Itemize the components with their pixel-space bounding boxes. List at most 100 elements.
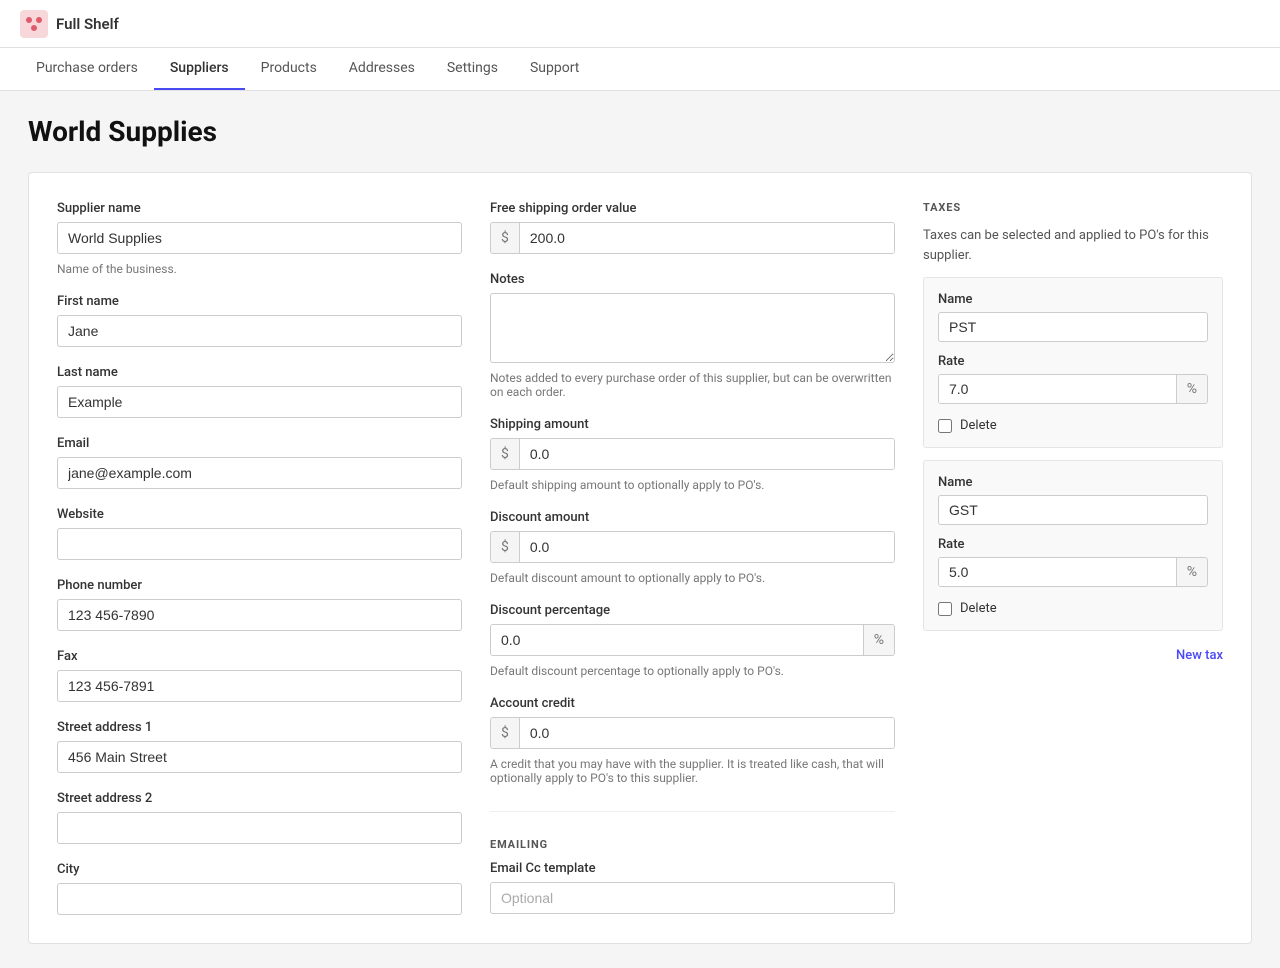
discount-percentage-suffix: % xyxy=(863,625,894,655)
taxes-header: TAXES xyxy=(923,201,1223,214)
gst-rate-label: Rate xyxy=(938,537,1208,552)
pst-rate-suffix: % xyxy=(1176,375,1207,403)
logo: Full Shelf xyxy=(20,10,119,38)
nav-tab-purchase-orders[interactable]: Purchase orders xyxy=(20,48,154,90)
pst-delete-checkbox[interactable] xyxy=(938,419,952,433)
supplier-name-input[interactable] xyxy=(57,222,462,254)
discount-amount-label: Discount amount xyxy=(490,510,895,525)
nav-tab-products[interactable]: Products xyxy=(245,48,333,90)
city-field: City xyxy=(57,862,462,915)
shipping-amount-label: Shipping amount xyxy=(490,417,895,432)
phone-number-field: Phone number xyxy=(57,578,462,631)
taxes-description: Taxes can be selected and applied to PO'… xyxy=(923,226,1223,265)
gst-rate-input-wrap: % xyxy=(938,557,1208,587)
phone-number-input[interactable] xyxy=(57,599,462,631)
notes-label: Notes xyxy=(490,272,895,287)
gst-rate-input[interactable] xyxy=(939,558,1176,586)
nav-tab-addresses[interactable]: Addresses xyxy=(333,48,431,90)
account-credit-input[interactable] xyxy=(520,718,894,748)
supplier-name-field: Supplier name Name of the business. xyxy=(57,201,462,276)
emailing-header: EMAILING xyxy=(490,838,895,851)
first-name-field: First name xyxy=(57,294,462,347)
pst-rate-input[interactable] xyxy=(939,375,1176,403)
pst-name-input[interactable] xyxy=(938,312,1208,342)
shipping-amount-input[interactable] xyxy=(520,439,894,469)
logo-icon xyxy=(20,10,48,38)
gst-name-input[interactable] xyxy=(938,495,1208,525)
free-shipping-label: Free shipping order value xyxy=(490,201,895,216)
tax-card-pst: Name Rate % Delete xyxy=(923,277,1223,448)
discount-amount-hint: Default discount amount to optionally ap… xyxy=(490,571,895,585)
city-label: City xyxy=(57,862,462,877)
account-credit-field: Account credit $ A credit that you may h… xyxy=(490,696,895,785)
street-address-2-input[interactable] xyxy=(57,812,462,844)
taxes-section: TAXES Taxes can be selected and applied … xyxy=(923,201,1223,915)
discount-percentage-hint: Default discount percentage to optionall… xyxy=(490,664,895,678)
account-credit-hint: A credit that you may have with the supp… xyxy=(490,757,895,785)
new-tax-link[interactable]: New tax xyxy=(1176,648,1223,663)
discount-amount-prefix: $ xyxy=(491,532,520,562)
tax-card-gst: Name Rate % Delete xyxy=(923,460,1223,631)
street-address-2-field: Street address 2 xyxy=(57,791,462,844)
shipping-amount-input-wrap: $ xyxy=(490,438,895,470)
first-name-label: First name xyxy=(57,294,462,309)
street-address-1-input[interactable] xyxy=(57,741,462,773)
free-shipping-input-wrap: $ xyxy=(490,222,895,254)
email-input[interactable] xyxy=(57,457,462,489)
discount-amount-input[interactable] xyxy=(520,532,894,562)
shipping-amount-prefix: $ xyxy=(491,439,520,469)
gst-delete-row: Delete xyxy=(938,601,1208,616)
supplier-name-label: Supplier name xyxy=(57,201,462,216)
first-name-input[interactable] xyxy=(57,315,462,347)
notes-input[interactable] xyxy=(490,293,895,363)
nav-tab-suppliers[interactable]: Suppliers xyxy=(154,48,245,90)
pst-name-label: Name xyxy=(938,292,1208,307)
free-shipping-field: Free shipping order value $ xyxy=(490,201,895,254)
page-title: World Supplies xyxy=(28,115,1252,148)
discount-amount-field: Discount amount $ Default discount amoun… xyxy=(490,510,895,585)
discount-percentage-label: Discount percentage xyxy=(490,603,895,618)
form-card: Supplier name Name of the business. Firs… xyxy=(28,172,1252,944)
website-label: Website xyxy=(57,507,462,522)
email-cc-label: Email Cc template xyxy=(490,861,895,876)
gst-delete-checkbox[interactable] xyxy=(938,602,952,616)
discount-amount-input-wrap: $ xyxy=(490,531,895,563)
notes-hint: Notes added to every purchase order of t… xyxy=(490,371,895,399)
notes-field: Notes Notes added to every purchase orde… xyxy=(490,272,895,399)
last-name-field: Last name xyxy=(57,365,462,418)
nav-tabs: Purchase orders Suppliers Products Addre… xyxy=(0,48,1280,91)
nav-tab-settings[interactable]: Settings xyxy=(431,48,514,90)
fax-input[interactable] xyxy=(57,670,462,702)
website-field: Website xyxy=(57,507,462,560)
order-section: Free shipping order value $ Notes Notes … xyxy=(490,201,895,915)
pst-rate-input-wrap: % xyxy=(938,374,1208,404)
page-content: World Supplies Supplier name Name of the… xyxy=(0,91,1280,968)
emailing-section: EMAILING Email Cc template xyxy=(490,838,895,914)
gst-name-field: Name xyxy=(938,475,1208,525)
supplier-name-hint: Name of the business. xyxy=(57,262,462,276)
city-input[interactable] xyxy=(57,883,462,915)
account-credit-input-wrap: $ xyxy=(490,717,895,749)
nav-tab-support[interactable]: Support xyxy=(514,48,595,90)
street-address-1-field: Street address 1 xyxy=(57,720,462,773)
account-credit-label: Account credit xyxy=(490,696,895,711)
street-address-2-label: Street address 2 xyxy=(57,791,462,806)
shipping-amount-hint: Default shipping amount to optionally ap… xyxy=(490,478,895,492)
free-shipping-prefix: $ xyxy=(491,223,520,253)
email-cc-input[interactable] xyxy=(490,882,895,914)
gst-delete-label: Delete xyxy=(960,601,997,616)
discount-percentage-input-wrap: % xyxy=(490,624,895,656)
phone-number-label: Phone number xyxy=(57,578,462,593)
website-input[interactable] xyxy=(57,528,462,560)
shipping-amount-field: Shipping amount $ Default shipping amoun… xyxy=(490,417,895,492)
fax-label: Fax xyxy=(57,649,462,664)
discount-percentage-input[interactable] xyxy=(491,625,863,655)
email-label: Email xyxy=(57,436,462,451)
free-shipping-input[interactable] xyxy=(520,223,894,253)
last-name-label: Last name xyxy=(57,365,462,380)
fax-field: Fax xyxy=(57,649,462,702)
last-name-input[interactable] xyxy=(57,386,462,418)
supplier-section: Supplier name Name of the business. Firs… xyxy=(57,201,462,915)
app-name: Full Shelf xyxy=(56,15,119,33)
email-field: Email xyxy=(57,436,462,489)
